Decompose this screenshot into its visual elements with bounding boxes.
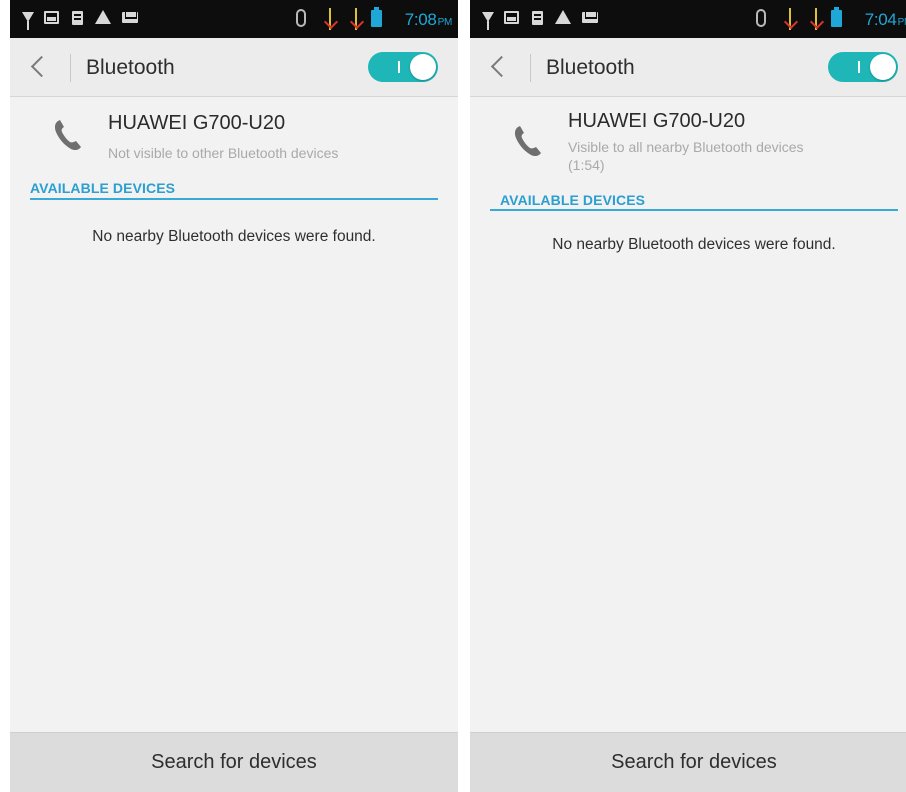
device-visibility-status: Visible to all nearby Bluetooth devices xyxy=(568,139,804,155)
device-name: HUAWEI G700-U20 xyxy=(568,110,746,132)
search-for-devices-button[interactable]: Search for devices xyxy=(10,732,458,792)
back-arrow-icon[interactable] xyxy=(24,52,54,82)
device-name: HUAWEI G700-U20 xyxy=(108,112,286,134)
device-visibility-status: Not visible to other Bluetooth devices xyxy=(108,145,339,161)
bluetooth-icon xyxy=(296,9,306,27)
status-time-value: 7:08 xyxy=(404,10,437,29)
phone-screen-right: 7:04PM Bluetooth HUAWEI G700-U20 Visible… xyxy=(470,0,906,792)
phone-icon xyxy=(512,124,544,158)
section-available-devices: AVAILABLE DEVICES xyxy=(500,192,646,208)
search-button-label: Search for devices xyxy=(611,751,777,773)
toggle-on-mark xyxy=(858,61,860,73)
sd-card-icon xyxy=(72,11,83,25)
toggle-on-mark xyxy=(398,61,400,73)
phone-icon xyxy=(52,118,84,152)
section-divider xyxy=(490,209,898,211)
battery-icon xyxy=(371,7,382,27)
wifi-icon xyxy=(482,12,494,30)
app-bar: Bluetooth xyxy=(10,38,458,97)
signal-icon xyxy=(812,8,820,30)
app-bar: Bluetooth xyxy=(470,38,906,97)
mail-icon xyxy=(582,12,598,23)
section-available-devices: AVAILABLE DEVICES xyxy=(30,180,176,196)
empty-devices-message: No nearby Bluetooth devices were found. xyxy=(552,236,836,253)
gallery-icon xyxy=(504,11,519,24)
wifi-icon xyxy=(22,12,34,30)
signal-icon xyxy=(352,8,360,30)
mail-icon xyxy=(122,12,138,23)
toggle-knob xyxy=(870,54,896,80)
phone-screen-left: 7:08PM Bluetooth HUAWEI G700-U20 Not vis… xyxy=(10,0,458,792)
signal-icon xyxy=(326,8,334,30)
status-time: 7:08PM xyxy=(404,10,453,30)
bluetooth-toggle[interactable] xyxy=(368,52,438,82)
status-bar: 7:04PM xyxy=(470,0,906,38)
empty-devices-message: No nearby Bluetooth devices were found. xyxy=(92,228,376,245)
back-arrow-icon[interactable] xyxy=(484,52,514,82)
toggle-knob xyxy=(410,54,436,80)
status-time-ampm: PM xyxy=(897,17,906,28)
status-bar: 7:08PM xyxy=(10,0,458,38)
sd-card-icon xyxy=(532,11,543,25)
status-time: 7:04PM xyxy=(865,10,906,30)
warning-icon xyxy=(555,10,571,24)
bluetooth-toggle[interactable] xyxy=(828,52,898,82)
status-time-value: 7:04 xyxy=(864,10,897,29)
divider xyxy=(70,54,71,82)
search-for-devices-button[interactable]: Search for devices xyxy=(470,732,906,792)
page-title: Bluetooth xyxy=(546,56,635,79)
page-title: Bluetooth xyxy=(86,56,175,79)
battery-icon xyxy=(831,7,842,27)
search-button-label: Search for devices xyxy=(151,751,317,773)
divider xyxy=(530,54,531,82)
gallery-icon xyxy=(44,11,59,24)
section-divider xyxy=(30,198,438,200)
signal-icon xyxy=(786,8,794,30)
status-time-ampm: PM xyxy=(437,17,453,28)
visibility-timer: (1:54) xyxy=(568,157,605,173)
bluetooth-icon xyxy=(756,9,766,27)
warning-icon xyxy=(95,10,111,24)
